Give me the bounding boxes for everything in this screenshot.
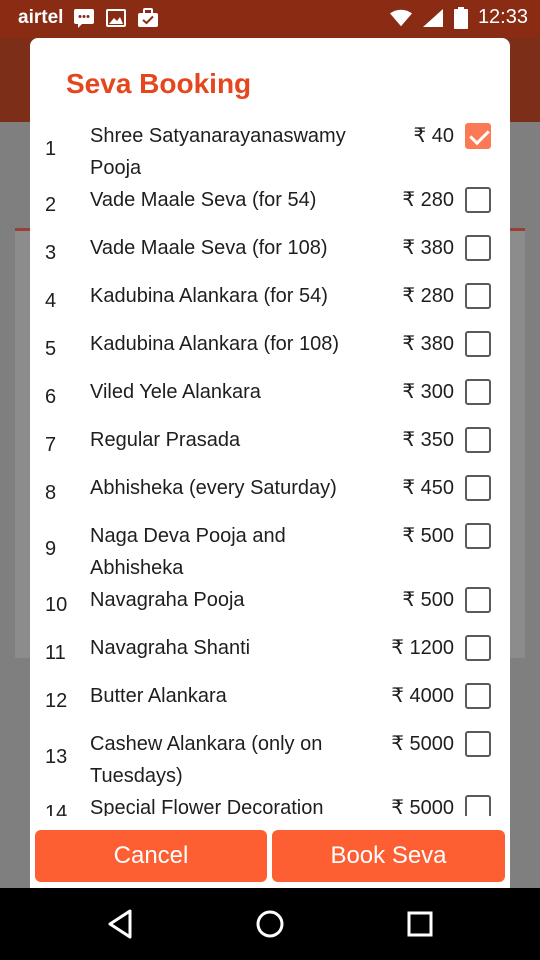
- seva-name: Special Flower Decoration: [90, 797, 324, 816]
- seva-row[interactable]: 13 Cashew Alankara (only on Tuesdays) ₹ 50…: [30, 724, 510, 788]
- seva-price: ₹ 1200: [391, 637, 454, 659]
- seva-price: ₹ 350: [402, 429, 454, 451]
- seva-name: Navagraha Pooja: [90, 589, 245, 611]
- seva-checkbox[interactable]: [465, 523, 491, 549]
- seva-number: 9: [45, 538, 57, 560]
- seva-row[interactable]: 14 Special Flower Decoration ₹ 5000: [30, 788, 510, 816]
- seva-number: 3: [45, 242, 57, 264]
- navigation-bar: [0, 888, 540, 960]
- home-icon[interactable]: [252, 906, 288, 942]
- seva-price: ₹ 380: [402, 237, 454, 259]
- seva-row[interactable]: 2 Vade Maale Seva (for 54) ₹ 280: [30, 180, 510, 228]
- signal-icon: [422, 8, 443, 27]
- seva-number: 5: [45, 338, 57, 360]
- seva-checkbox[interactable]: [465, 795, 491, 816]
- seva-name: Viled Yele Alankara: [90, 381, 261, 403]
- status-bar-right: 12:33: [389, 6, 528, 29]
- clock: 12:33: [477, 6, 528, 28]
- seva-number: 12: [45, 690, 68, 712]
- seva-list[interactable]: 1 Shree Satyanarayanaswamy Pooja ₹ 40 2 Vade…: [30, 116, 510, 816]
- seva-checkbox[interactable]: [465, 427, 491, 453]
- seva-price: ₹ 280: [402, 189, 454, 211]
- seva-name: Vade Maale Seva (for 108): [90, 237, 328, 259]
- image-icon: [106, 9, 127, 27]
- seva-name: Vade Maale Seva (for 54): [90, 189, 317, 211]
- seva-number: 2: [45, 194, 57, 216]
- seva-row[interactable]: 8 Abhisheka (every Saturday) ₹ 450: [30, 468, 510, 516]
- seva-number: 8: [45, 482, 57, 504]
- seva-row[interactable]: 4 Kadubina Alankara (for 54) ₹ 280: [30, 276, 510, 324]
- message-icon: [74, 9, 95, 28]
- seva-checkbox[interactable]: [465, 683, 491, 709]
- seva-number: 11: [45, 642, 66, 664]
- seva-name: Naga Deva Pooja and Abhisheka: [90, 525, 286, 579]
- seva-row[interactable]: 12 Butter Alankara ₹ 4000: [30, 676, 510, 724]
- seva-price: ₹ 500: [402, 525, 454, 547]
- seva-price: ₹ 280: [402, 285, 454, 307]
- seva-checkbox[interactable]: [465, 331, 491, 357]
- seva-price: ₹ 380: [402, 333, 454, 355]
- status-bar-left: airtel: [18, 7, 159, 29]
- seva-row[interactable]: 11 Navagraha Shanti ₹ 1200: [30, 628, 510, 676]
- seva-row[interactable]: 7 Regular Prasada ₹ 350: [30, 420, 510, 468]
- cancel-button[interactable]: Cancel: [35, 830, 267, 882]
- back-icon[interactable]: [102, 906, 138, 942]
- seva-row[interactable]: 5 Kadubina Alankara (for 108) ₹ 380: [30, 324, 510, 372]
- briefcase-check-icon: [138, 8, 159, 27]
- seva-price: ₹ 450: [402, 477, 454, 499]
- seva-name: Kadubina Alankara (for 54): [90, 285, 328, 307]
- wifi-icon: [389, 9, 412, 26]
- seva-price: ₹ 40: [413, 125, 454, 147]
- book-seva-button[interactable]: Book Seva: [272, 830, 505, 882]
- seva-checkbox[interactable]: [465, 475, 491, 501]
- seva-name: Butter Alankara: [90, 685, 227, 707]
- seva-checkbox[interactable]: [465, 635, 491, 661]
- seva-price: ₹ 4000: [391, 685, 454, 707]
- seva-number: 14: [45, 802, 68, 816]
- seva-name: Shree Satyanarayanaswamy Pooja: [90, 125, 346, 179]
- seva-checkbox[interactable]: [465, 235, 491, 261]
- seva-checkbox[interactable]: [465, 587, 491, 613]
- seva-name: Cashew Alankara (only on Tuesdays): [90, 733, 323, 787]
- seva-checkbox[interactable]: [465, 187, 491, 213]
- seva-number: 1: [45, 138, 57, 160]
- seva-name: Regular Prasada: [90, 429, 241, 451]
- seva-price: ₹ 500: [402, 589, 454, 611]
- status-bar: airtel 12:33: [0, 0, 540, 38]
- seva-number: 7: [45, 434, 57, 456]
- recents-icon[interactable]: [402, 906, 438, 942]
- seva-checkbox[interactable]: [465, 379, 491, 405]
- seva-number: 10: [45, 594, 68, 616]
- seva-row[interactable]: 6 Viled Yele Alankara ₹ 300: [30, 372, 510, 420]
- seva-booking-dialog: Seva Booking 1 Shree Satyanarayanaswamy P…: [30, 38, 510, 888]
- seva-row[interactable]: 10 Navagraha Pooja ₹ 500: [30, 580, 510, 628]
- seva-number: 4: [45, 290, 57, 312]
- seva-number: 6: [45, 386, 57, 408]
- seva-name: Kadubina Alankara (for 108): [90, 333, 340, 355]
- carrier-name: airtel: [18, 7, 64, 28]
- dialog-title: Seva Booking: [66, 68, 252, 99]
- seva-checkbox[interactable]: [465, 731, 491, 757]
- seva-name: Abhisheka (every Saturday): [90, 477, 337, 499]
- seva-price: ₹ 5000: [391, 733, 454, 755]
- seva-checkbox[interactable]: [465, 283, 491, 309]
- seva-checkbox[interactable]: [465, 123, 491, 149]
- seva-row[interactable]: 9 Naga Deva Pooja and Abhisheka ₹ 500: [30, 516, 510, 580]
- seva-number: 13: [45, 746, 68, 768]
- seva-name: Navagraha Shanti: [90, 637, 251, 659]
- seva-row[interactable]: 3 Vade Maale Seva (for 108) ₹ 380: [30, 228, 510, 276]
- seva-row[interactable]: 1 Shree Satyanarayanaswamy Pooja ₹ 40: [30, 116, 510, 180]
- battery-icon: [453, 6, 468, 29]
- seva-price: ₹ 5000: [391, 797, 454, 816]
- seva-price: ₹ 300: [402, 381, 454, 403]
